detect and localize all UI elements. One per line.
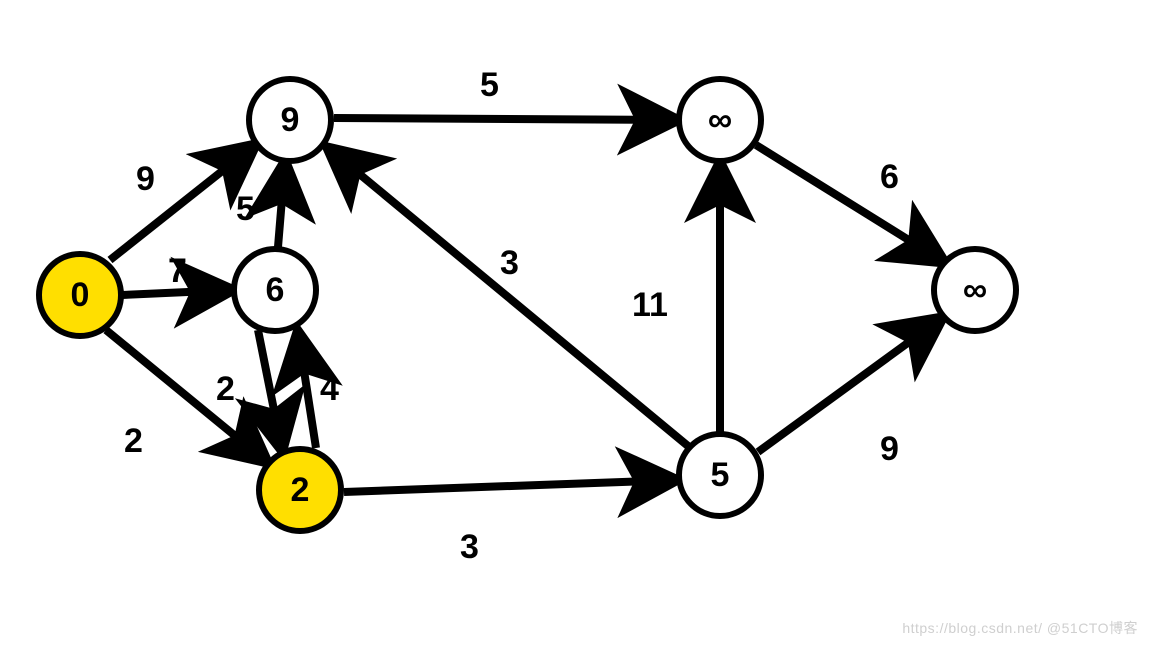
weight-DC: 4 [320, 370, 339, 409]
weight-EB: 3 [500, 244, 519, 283]
weight-EG: 9 [880, 430, 899, 469]
node-B: 9 [246, 76, 334, 164]
node-G: ∞ [931, 246, 1019, 334]
node-B-label: 9 [281, 101, 300, 140]
watermark: https://blog.csdn.net/ @51CTO博客 [902, 618, 1138, 638]
weight-BF: 5 [480, 66, 499, 105]
node-E: 5 [676, 431, 764, 519]
node-G-label: ∞ [963, 271, 987, 310]
weight-AC: 7 [168, 252, 187, 291]
node-D-label: 2 [291, 471, 310, 510]
weight-AD: 2 [124, 422, 143, 461]
graph-canvas: 0 9 6 2 5 ∞ ∞ 9 7 2 5 2 4 3 3 11 9 5 6 h… [0, 0, 1152, 648]
weight-FG: 6 [880, 158, 899, 197]
node-C: 6 [231, 246, 319, 334]
weight-DE: 3 [460, 528, 479, 567]
weight-AB: 9 [136, 160, 155, 199]
node-E-label: 5 [711, 456, 730, 495]
node-C-label: 6 [266, 271, 285, 310]
node-F-label: ∞ [708, 101, 732, 140]
node-D: 2 [256, 446, 344, 534]
node-A-label: 0 [71, 276, 90, 315]
weight-CB: 5 [236, 190, 255, 229]
weight-EF: 11 [632, 286, 668, 325]
node-F: ∞ [676, 76, 764, 164]
node-A: 0 [36, 251, 124, 339]
weight-CD: 2 [216, 370, 235, 409]
